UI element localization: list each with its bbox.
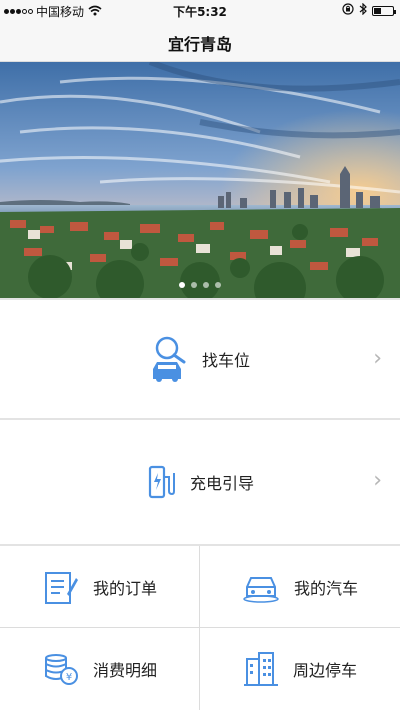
banner-carousel[interactable] [0, 62, 400, 298]
pager-dot[interactable] [191, 282, 197, 288]
status-right [342, 2, 396, 18]
bluetooth-icon [359, 2, 367, 18]
charging-guide-label: 充电引导 [190, 474, 255, 493]
carousel-pager[interactable] [0, 282, 400, 288]
charging-station-icon [148, 465, 176, 499]
svg-text:¥: ¥ [66, 672, 72, 683]
quick-actions-grid: 我的订单 我的汽车 ¥ 消费明细 周边停车 [0, 546, 400, 710]
consumption-icon: ¥ [43, 652, 79, 686]
pager-dot[interactable] [203, 282, 209, 288]
nearby-parking-label: 周边停车 [292, 661, 357, 680]
my-car-label: 我的汽车 [293, 579, 358, 598]
nav-bar: 宜行青岛 [0, 20, 400, 62]
banner-image [0, 62, 400, 298]
battery-icon [372, 5, 396, 16]
page-title: 宜行青岛 [167, 35, 232, 54]
nearby-parking-icon [243, 651, 279, 687]
my-car-button[interactable]: 我的汽车 [200, 546, 400, 628]
status-time: 下午5:32 [173, 5, 227, 19]
pager-dot[interactable] [179, 282, 185, 288]
status-bar: 中国移动 下午5:32 [0, 0, 400, 20]
find-parking-row[interactable]: 找车位 › [0, 300, 400, 418]
car-icon [242, 571, 280, 603]
consumption-details-button[interactable]: ¥ 消费明细 [0, 628, 200, 710]
order-icon [43, 568, 79, 606]
find-parking-icon [150, 335, 188, 383]
find-parking-label: 找车位 [202, 351, 251, 370]
consumption-details-label: 消费明细 [92, 661, 157, 680]
chevron-right-icon: › [373, 468, 382, 493]
lock-rotation-icon [342, 3, 354, 18]
my-orders-button[interactable]: 我的订单 [0, 546, 200, 628]
my-orders-label: 我的订单 [92, 579, 157, 598]
chevron-right-icon: › [373, 346, 382, 371]
pager-dot[interactable] [215, 282, 221, 288]
nearby-parking-button[interactable]: 周边停车 [200, 628, 400, 710]
charging-guide-row[interactable]: 充电引导 › [0, 420, 400, 544]
